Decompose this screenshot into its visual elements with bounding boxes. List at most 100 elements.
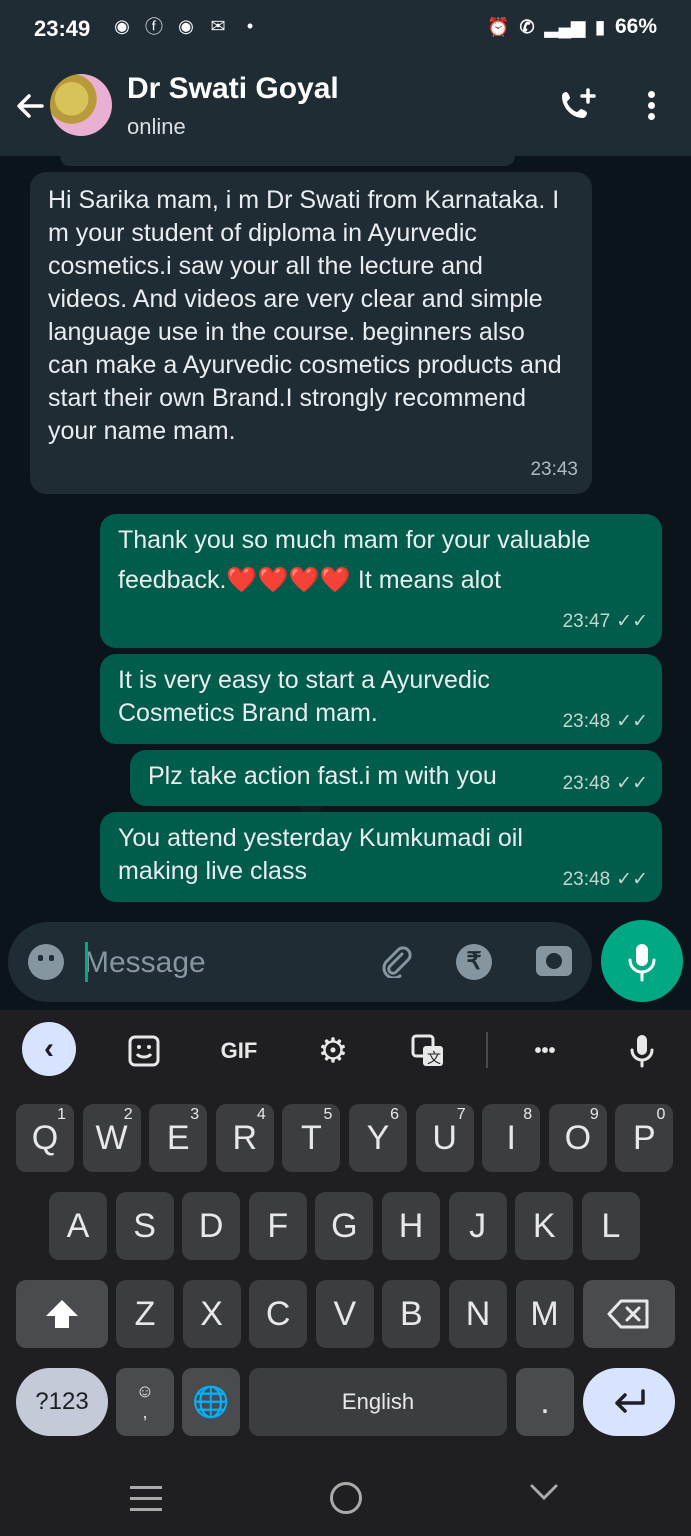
key-label: I [506,1118,516,1157]
message-text: You attend yesterday Kumkumadi oil makin… [118,824,523,885]
message-time: 23:47 [562,611,611,632]
home-icon[interactable] [330,1482,362,1514]
key-number-hint: 8 [523,1106,533,1123]
key-d[interactable]: D [182,1192,241,1260]
sticker-icon[interactable] [124,1028,164,1074]
message-incoming[interactable]: Hi Sarika mam, i m Dr Swati from Karnata… [30,172,592,494]
back-arrow-icon[interactable] [12,88,50,126]
toolbar-divider [486,1032,488,1068]
symbols-key[interactable]: ?123 [16,1368,108,1436]
key-q[interactable]: Q1 [16,1104,74,1172]
key-number-hint: 9 [589,1106,599,1123]
payment-rupee-icon[interactable]: ₹ [456,944,492,980]
chat-area[interactable]: Hi Sarika mam, i m Dr Swati from Karnata… [0,156,691,916]
message-outgoing[interactable]: You attend yesterday Kumkumadi oil makin… [100,812,662,902]
key-r[interactable]: R4 [215,1104,274,1172]
key-label: J [469,1206,487,1245]
shift-key[interactable] [16,1280,108,1348]
message-text: It is very easy to start a Ayurvedic Cos… [118,666,490,727]
key-e[interactable]: E3 [149,1104,208,1172]
attach-icon[interactable] [378,944,412,986]
key-v[interactable]: V [315,1280,374,1348]
key-b[interactable]: B [382,1280,441,1348]
key-j[interactable]: J [448,1192,507,1260]
period-key[interactable]: . [516,1368,574,1436]
key-p[interactable]: P0 [615,1104,674,1172]
key-h[interactable]: H [382,1192,440,1260]
status-right: ⏰ ✆ ▂▄▆ ▮ 66% [487,15,657,39]
spacebar[interactable]: English [249,1368,507,1436]
enter-key[interactable] [583,1368,675,1436]
messenger-notification-icon: ◉ [178,15,194,36]
add-call-icon[interactable] [558,86,598,126]
key-label: T [301,1118,322,1157]
globe-icon[interactable]: 🌐 [182,1368,240,1436]
chevron-left-icon[interactable]: ‹ [22,1022,76,1076]
message-meta: 23:48 ✓✓ [563,767,648,800]
emoji-comma-key[interactable]: ☺, [116,1368,174,1436]
translate-icon[interactable]: 文 [408,1028,448,1074]
key-n[interactable]: N [449,1280,507,1348]
battery-icon: ▮ [595,16,605,37]
key-u[interactable]: U7 [415,1104,474,1172]
key-number-hint: 2 [123,1106,133,1123]
key-l[interactable]: L [581,1192,640,1260]
notification-icons: ◉ ⓕ ◉ ✉ • [110,14,262,38]
key-number-hint: 6 [390,1106,399,1123]
key-w[interactable]: W2 [82,1104,141,1172]
message-input[interactable] [82,940,356,986]
more-tools-icon[interactable]: ••• [520,1028,570,1074]
key-number-hint: 1 [57,1106,66,1123]
recents-icon[interactable] [130,1486,162,1511]
message-text: Hi Sarika mam, i m Dr Swati from Karnata… [48,186,562,445]
key-o[interactable]: O9 [548,1104,607,1172]
key-label: M [530,1294,559,1333]
key-m[interactable]: M [515,1280,574,1348]
chevron-down-icon[interactable] [528,1480,560,1509]
key-label: L [601,1206,621,1245]
emoji-icon[interactable] [28,944,64,980]
read-receipt-icon: ✓✓ [616,711,648,732]
key-y[interactable]: Y6 [349,1104,407,1172]
gmail-notification-icon: ✉ [210,15,226,36]
key-label: S [133,1206,156,1245]
gif-button[interactable]: GIF [214,1028,264,1074]
contact-name[interactable]: Dr Swati Goyal [127,72,339,106]
message-outgoing[interactable]: Thank you so much mam for your valuable … [100,514,662,648]
key-i[interactable]: I8 [482,1104,541,1172]
whatsapp-notification-icon: ◉ [114,15,130,36]
key-label: Q [31,1118,59,1157]
shift-arrow-icon [46,1300,78,1328]
previous-message-bubble [60,156,515,166]
key-label: V [333,1294,357,1333]
comma-label: , [142,1402,148,1422]
key-t[interactable]: T5 [282,1104,341,1172]
message-outgoing[interactable]: Plz take action fast.i m with you 23:48 ✓… [130,750,662,806]
key-label: Y [366,1118,390,1157]
contact-avatar[interactable] [50,74,112,136]
camera-icon[interactable] [536,946,572,976]
key-label: P [633,1118,656,1157]
key-s[interactable]: S [115,1192,174,1260]
key-c[interactable]: C [249,1280,308,1348]
key-g[interactable]: G [315,1192,374,1260]
read-receipt-icon: ✓✓ [616,611,648,632]
facebook-notification-icon: ⓕ [145,17,163,37]
backspace-key[interactable] [583,1280,675,1348]
key-a[interactable]: A [49,1192,107,1260]
settings-gear-icon[interactable]: ⚙ [313,1028,353,1074]
key-x[interactable]: X [182,1280,241,1348]
message-outgoing[interactable]: It is very easy to start a Ayurvedic Cos… [100,654,662,744]
key-k[interactable]: K [515,1192,574,1260]
more-options-icon[interactable] [638,88,664,124]
voice-typing-icon[interactable] [624,1028,660,1074]
key-f[interactable]: F [248,1192,307,1260]
key-label: U [432,1118,457,1157]
status-bar: 23:49 ◉ ⓕ ◉ ✉ • ⏰ ✆ ▂▄▆ ▮ 66% [0,0,691,58]
voice-message-button[interactable] [601,920,683,1002]
key-z[interactable]: Z [116,1280,174,1348]
chat-header: Dr Swati Goyal online [0,58,691,156]
svg-text:文: 文 [427,1051,441,1067]
message-meta: 23:48 ✓✓ [563,863,648,896]
key-label: A [66,1206,90,1245]
